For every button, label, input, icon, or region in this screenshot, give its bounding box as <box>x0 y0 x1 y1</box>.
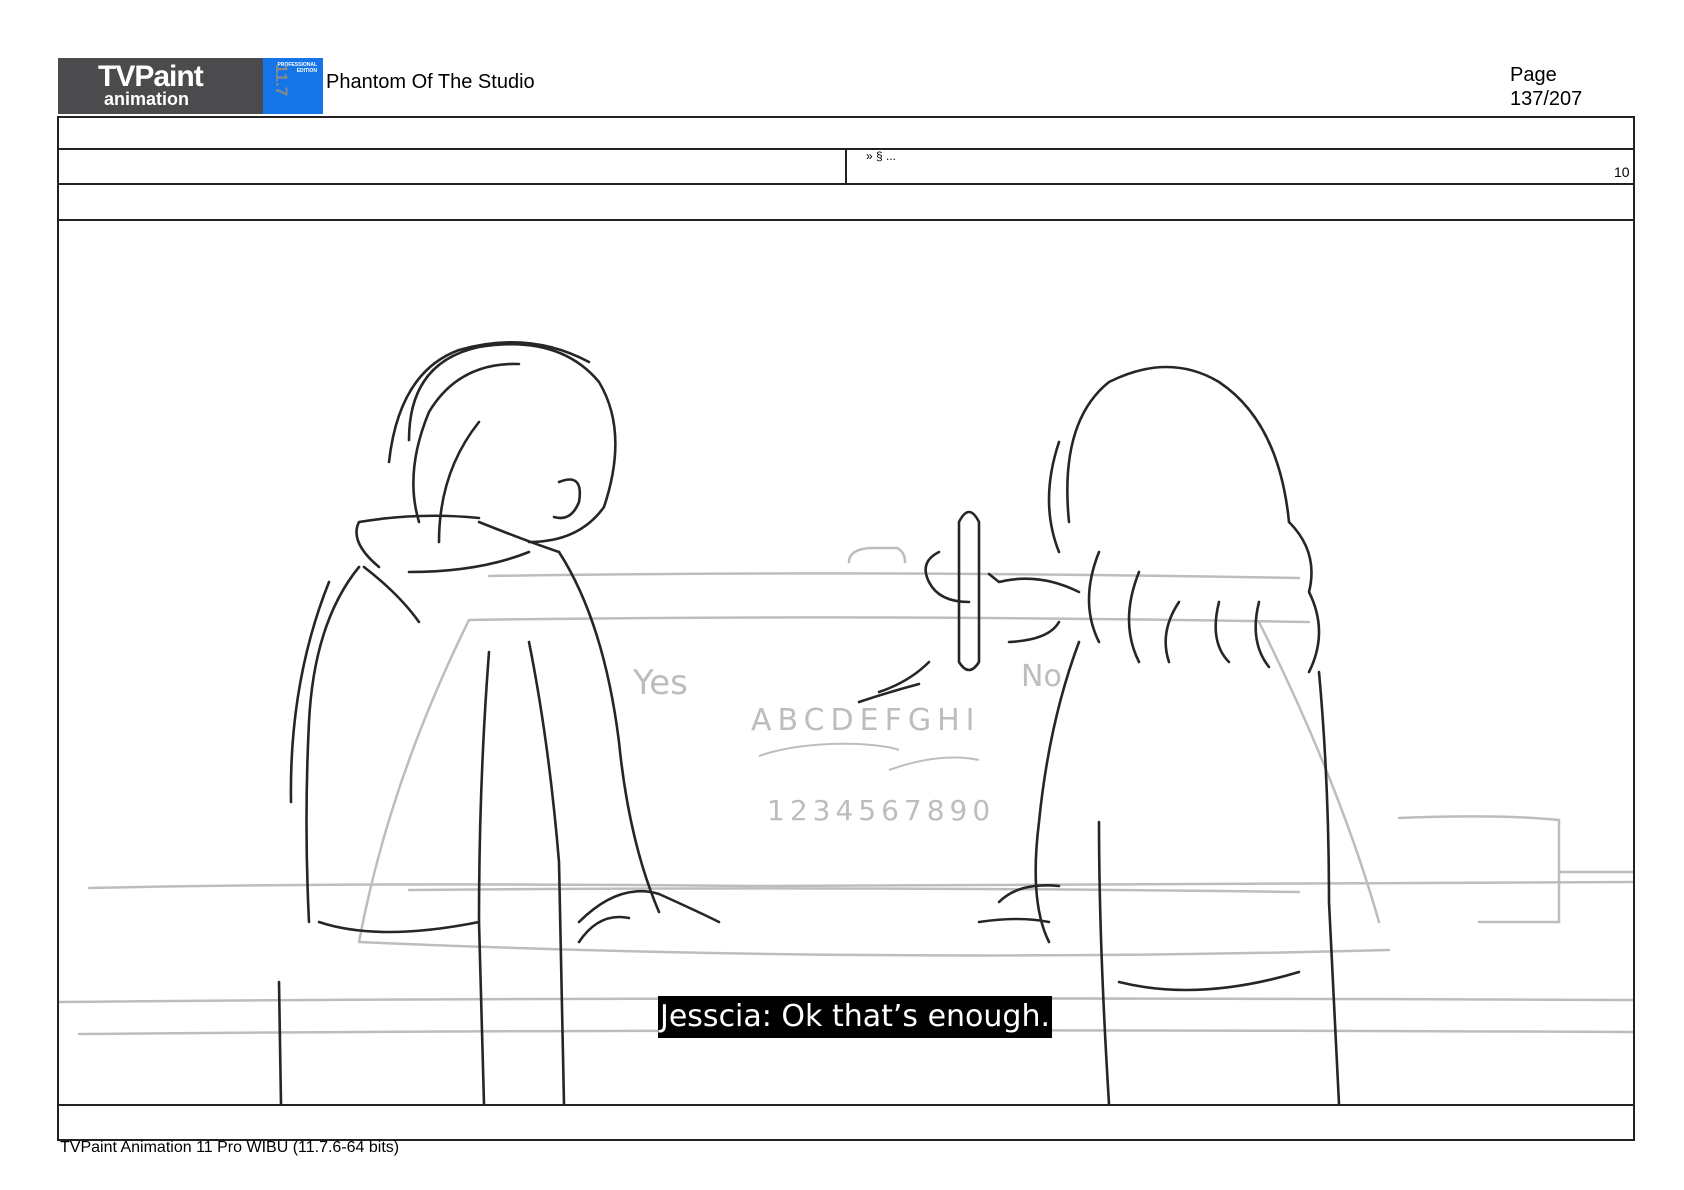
board-letters-text: ABCDEFGHI <box>751 703 981 738</box>
row-code: » § ... <box>866 149 897 163</box>
page-label: Page <box>1510 64 1557 86</box>
page-number: 137/207 <box>1510 88 1583 110</box>
storyboard-panel: Yes No ABCDEFGHI 1234567890 <box>59 222 1633 1104</box>
logo-version: 11.7 <box>272 64 291 97</box>
board-yes-text: Yes <box>632 663 688 703</box>
project-title: Phantom Of The Studio <box>326 71 535 93</box>
subtitle-caption: Jesscia: Ok that’s enough. <box>658 996 1052 1038</box>
frame-line-5 <box>57 1104 1635 1106</box>
board-scribbles <box>758 742 980 771</box>
frame-line-right <box>1633 116 1635 1141</box>
tvpaint-logo: TVPaint animation PROFESSIONAL EDITION 1… <box>58 58 323 114</box>
frame-line-mid <box>845 148 847 184</box>
sketch-drawing: Yes No ABCDEFGHI 1234567890 <box>59 341 1633 1104</box>
board-no-text: No <box>1021 659 1062 694</box>
logo-wordmark: TVPaint <box>98 60 204 93</box>
frame-line-4 <box>57 219 1635 221</box>
logo-subtitle: animation <box>104 89 190 109</box>
software-footer: TVPaint Animation 11 Pro WIBU (11.7.6-64… <box>60 1139 400 1156</box>
background-sketch <box>59 546 1633 1036</box>
board-numbers-text: 1234567890 <box>767 794 995 827</box>
logo-dark-block: TVPaint animation <box>58 58 263 114</box>
frame-line-top <box>57 116 1635 118</box>
corner-number: 10 <box>1614 164 1630 180</box>
